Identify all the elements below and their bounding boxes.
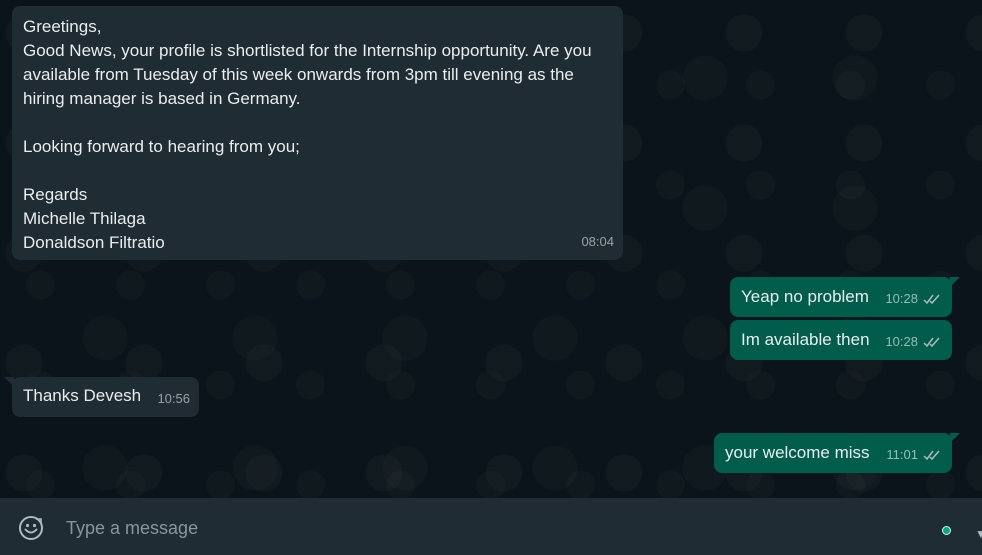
- read-receipt-icon: [923, 337, 940, 348]
- message-meta: 10:28: [885, 287, 943, 311]
- message-time: 08:04: [581, 234, 614, 249]
- message-meta: 11:01: [886, 443, 943, 467]
- message-input[interactable]: [64, 512, 918, 544]
- chat-area[interactable]: Greetings, Good News, your profile is sh…: [0, 0, 982, 498]
- message-time: 10:56: [157, 391, 190, 406]
- message-time: 10:28: [885, 334, 918, 349]
- message-meta: 08:04: [581, 230, 614, 254]
- message-composer: [0, 498, 982, 555]
- message-bubble-incoming[interactable]: Greetings, Good News, your profile is sh…: [12, 6, 623, 260]
- message-meta: 10:28: [885, 330, 943, 354]
- message-time: 10:28: [885, 291, 918, 306]
- read-receipt-icon: [923, 450, 940, 461]
- message-bubble-outgoing[interactable]: Im available then 10:28: [730, 320, 952, 360]
- message-bubble-outgoing[interactable]: Yeap no problem 10:28: [730, 277, 960, 317]
- message-bubble-outgoing[interactable]: your welcome miss 11:01: [714, 433, 960, 473]
- message-text: Greetings, Good News, your profile is sh…: [23, 17, 592, 252]
- emoji-icon[interactable]: [18, 515, 44, 541]
- message-meta: 10:56: [157, 387, 190, 411]
- message-bubble-incoming[interactable]: Thanks Devesh 10:56: [4, 377, 199, 417]
- read-receipt-icon: [923, 294, 940, 305]
- message-time: 11:01: [886, 447, 918, 462]
- chevron-down-icon[interactable]: ▼: [975, 527, 982, 541]
- status-indicator: [942, 526, 951, 535]
